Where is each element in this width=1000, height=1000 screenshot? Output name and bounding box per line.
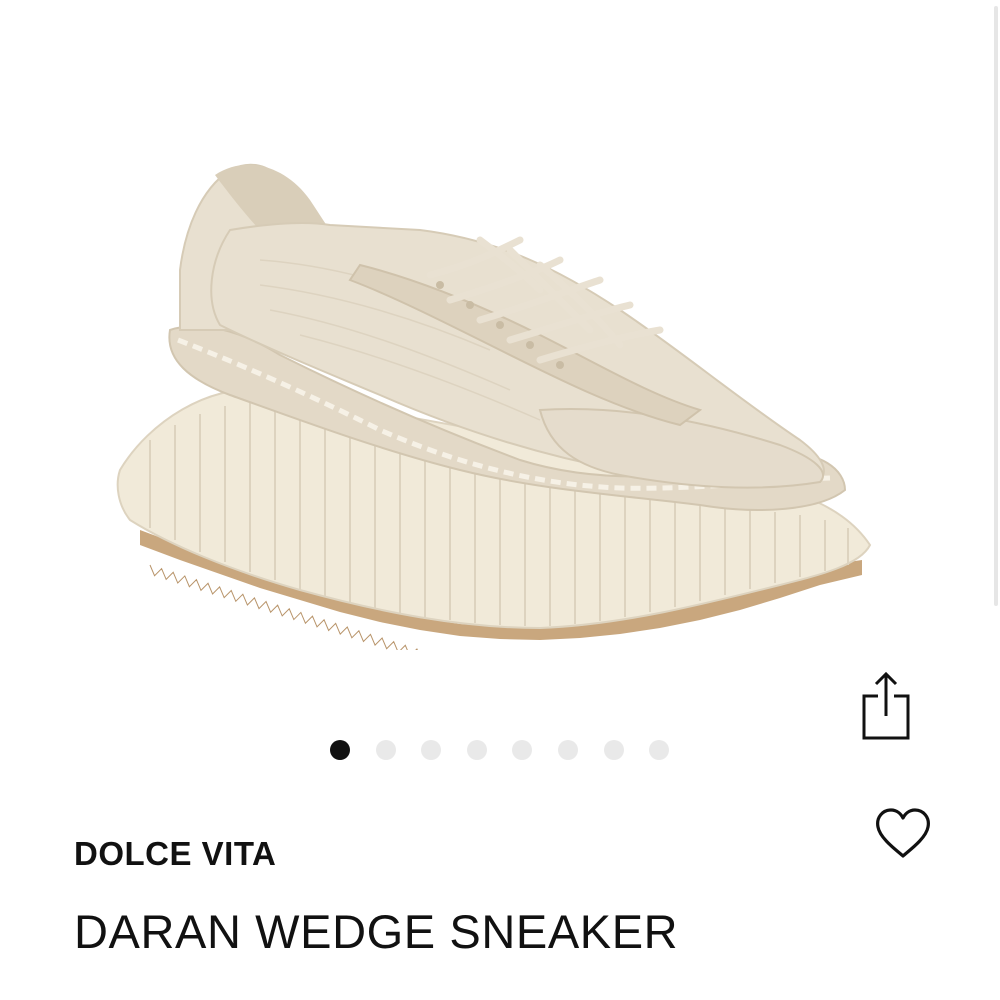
carousel-dot[interactable] [421, 740, 442, 760]
product-detail-page: DOLCE VITA DARAN WEDGE SNEAKER [0, 0, 1000, 1000]
wishlist-button[interactable] [872, 806, 934, 862]
product-title: DARAN WEDGE SNEAKER [74, 905, 679, 958]
share-icon [862, 671, 910, 740]
carousel-dot[interactable] [603, 740, 624, 760]
brand-name[interactable]: DOLCE VITA [74, 834, 276, 874]
carousel-dot[interactable] [557, 740, 578, 760]
carousel-dot[interactable] [649, 740, 670, 760]
scrollbar-thumb[interactable] [994, 6, 998, 606]
carousel-dot[interactable] [375, 740, 396, 760]
scrollbar[interactable] [992, 0, 1000, 1000]
carousel-dot[interactable] [512, 740, 533, 760]
product-image[interactable] [100, 150, 890, 650]
image-carousel-dots [330, 740, 695, 760]
carousel-dot[interactable] [330, 740, 350, 760]
heart-icon [876, 808, 930, 858]
share-button[interactable] [856, 668, 916, 744]
carousel-dot[interactable] [466, 740, 487, 760]
